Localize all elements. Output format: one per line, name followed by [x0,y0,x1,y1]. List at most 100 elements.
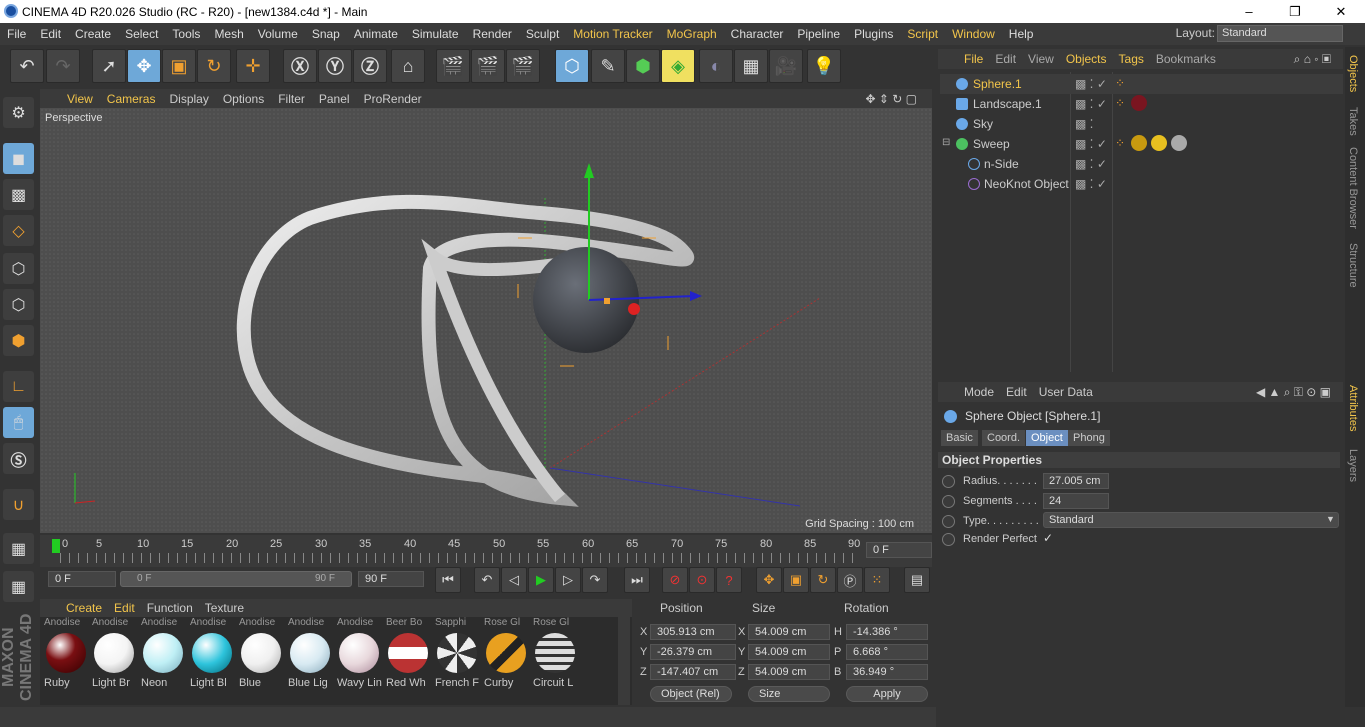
preview-start-field[interactable]: 0 F [48,571,116,587]
gizmo-center[interactable] [604,298,610,304]
rotate-tool-icon[interactable]: ↻ [197,49,231,83]
rot-p-field[interactable]: 6.668 ° [846,644,928,660]
material-tag-icon[interactable] [1131,95,1147,111]
object-row-neoknot[interactable]: NeoKnot Object ▩ ⁚ ✓ [940,174,1343,194]
previous-frame-icon[interactable]: ◁ [501,567,527,593]
coordinate-mode-dropdown[interactable]: Object (Rel) [650,686,732,702]
size-mode-dropdown[interactable]: Size [748,686,830,702]
side-tab-content-browser[interactable]: Content Browser [1347,147,1359,229]
preview-range-slider[interactable]: 0 F 90 F [120,571,352,587]
z-axis-lock-icon[interactable]: Ⓩ [353,49,387,83]
autokey-icon[interactable]: ⊙ [689,567,715,593]
pen-spline-icon[interactable]: ✎ [591,49,625,83]
tag-icon[interactable]: ⁘ [1115,76,1125,90]
tab-object[interactable]: Object [1026,430,1068,446]
current-frame-field[interactable]: 0 F [866,542,932,558]
light-icon[interactable]: 💡 [807,49,841,83]
move-gizmo-x-handle[interactable] [628,303,640,315]
material-swatch[interactable]: Anodise Wavy Lin [335,617,383,703]
next-key-icon[interactable]: ↷ [582,567,608,593]
key-position-icon[interactable]: ✥ [756,567,782,593]
keyframe-selection-icon[interactable]: ? [716,567,742,593]
attr-menu-user-data[interactable]: User Data [1033,385,1099,399]
viewport-navigation-icons[interactable]: ✥ ⇕ ↻ ▢ [858,92,924,106]
record-active-icon[interactable]: ⊘ [662,567,688,593]
material-swatch[interactable]: Anodise Neon [139,617,187,703]
material-scrollbar[interactable] [618,617,630,705]
viewport-menu-display[interactable]: Display [162,92,215,106]
render-settings-icon[interactable]: 🎬 [506,49,540,83]
size-z-field[interactable]: 54.009 cm [748,664,830,680]
material-swatch[interactable]: Rose Gl Circuit L [531,617,579,703]
menu-window[interactable]: Window [945,27,1002,41]
timeline-ruler[interactable]: 0 5 10 15 20 25 30 35 40 45 50 55 60 65 … [40,535,932,567]
obj-menu-tags[interactable]: Tags [1113,52,1150,66]
camera-icon[interactable]: 🎥 [769,49,803,83]
tab-coord[interactable]: Coord. [982,430,1026,446]
tag-icon[interactable]: ⁘ [1115,96,1125,110]
attr-menu-mode[interactable]: Mode [958,385,1000,399]
side-tab-layers[interactable]: Layers [1347,449,1359,482]
rot-b-field[interactable]: 36.949 ° [846,664,928,680]
preview-end-field[interactable]: 90 F [358,571,424,587]
tab-basic[interactable]: Basic [941,430,978,446]
3d-viewport[interactable]: Perspective Grid Spacing : 100 cm [40,108,932,533]
menu-motion-tracker[interactable]: Motion Tracker [566,27,659,41]
snap-icon[interactable]: Ⓢ [3,443,34,474]
key-pla-icon[interactable]: ⁙ [864,567,890,593]
side-tab-attributes[interactable]: Attributes [1347,385,1359,431]
material-swatch[interactable]: Anodise Light Bl [188,617,236,703]
material-swatch[interactable]: Anodise Ruby [42,617,90,703]
menu-file[interactable]: File [0,27,33,41]
go-to-start-icon[interactable]: ⏮ [435,567,461,593]
live-selection-icon[interactable]: ➚ [92,49,126,83]
menu-select[interactable]: Select [118,27,165,41]
visibility-toggles[interactable]: ▩ ⁚ ✓ [1075,97,1107,111]
material-tag-icon[interactable] [1171,135,1187,151]
visibility-toggles[interactable]: ▩ ⁚ ✓ [1075,157,1107,171]
polygons-mode-icon[interactable]: ⬢ [3,325,34,356]
scale-tool-icon[interactable]: ▣ [162,49,196,83]
visibility-toggles[interactable]: ▩ ⁚ ✓ [1075,177,1107,191]
pos-z-field[interactable]: -147.407 cm [650,664,736,680]
floor-environment-icon[interactable]: ▦ [734,49,768,83]
segments-field[interactable]: 24 [1043,493,1109,509]
menu-character[interactable]: Character [724,27,791,41]
material-swatch[interactable]: Beer Bo Red Wh [384,617,432,703]
undo-icon[interactable]: ↶ [10,49,44,83]
axis-mode-icon[interactable]: ∟ [3,371,34,402]
material-swatch[interactable]: Sapphi French F [433,617,481,703]
make-editable-icon[interactable]: ⚙ [3,97,34,128]
menu-sculpt[interactable]: Sculpt [519,27,566,41]
array-mograph-icon[interactable]: ◈ [661,49,695,83]
tweak-mode-icon[interactable]: 🖱 [3,407,34,438]
model-mode-icon[interactable]: ◼ [3,143,34,174]
obj-menu-objects[interactable]: Objects [1060,52,1113,66]
attr-nav-icons[interactable]: ◀ ▲ ⌕ ⚿ ⊙ ▣ [1250,385,1337,400]
menu-pipeline[interactable]: Pipeline [790,27,847,41]
visibility-toggles[interactable]: ▩ ⁚ ✓ [1075,77,1107,91]
material-menu-create[interactable]: Create [60,601,108,615]
pos-y-field[interactable]: -26.379 cm [650,644,736,660]
type-dropdown[interactable]: Standard [1043,512,1339,528]
menu-animate[interactable]: Animate [347,27,405,41]
menu-help[interactable]: Help [1002,27,1041,41]
menu-mograph[interactable]: MoGraph [660,27,724,41]
close-button[interactable]: ✕ [1318,0,1364,23]
side-tab-takes[interactable]: Takes [1347,107,1359,136]
key-parameter-icon[interactable]: Ⓟ [837,567,863,593]
tag-icon[interactable]: ⁘ [1115,136,1125,150]
menu-volume[interactable]: Volume [251,27,305,41]
material-swatch[interactable]: Anodise Light Br [90,617,138,703]
y-axis-lock-icon[interactable]: Ⓨ [318,49,352,83]
material-menu-function[interactable]: Function [141,601,199,615]
visibility-toggles[interactable]: ▩ ⁚ [1075,117,1094,131]
viewport-menu-panel[interactable]: Panel [312,92,357,106]
menu-edit[interactable]: Edit [33,27,68,41]
redo-icon[interactable]: ↷ [46,49,80,83]
collapse-icon[interactable]: ⊟ [942,137,950,148]
go-to-end-icon[interactable]: ⏭ [624,567,650,593]
render-perfect-checkbox[interactable]: ✓ [1043,531,1053,545]
edges-mode-icon[interactable]: ⬡ [3,289,34,320]
radius-field[interactable]: 27.005 cm [1043,473,1109,489]
